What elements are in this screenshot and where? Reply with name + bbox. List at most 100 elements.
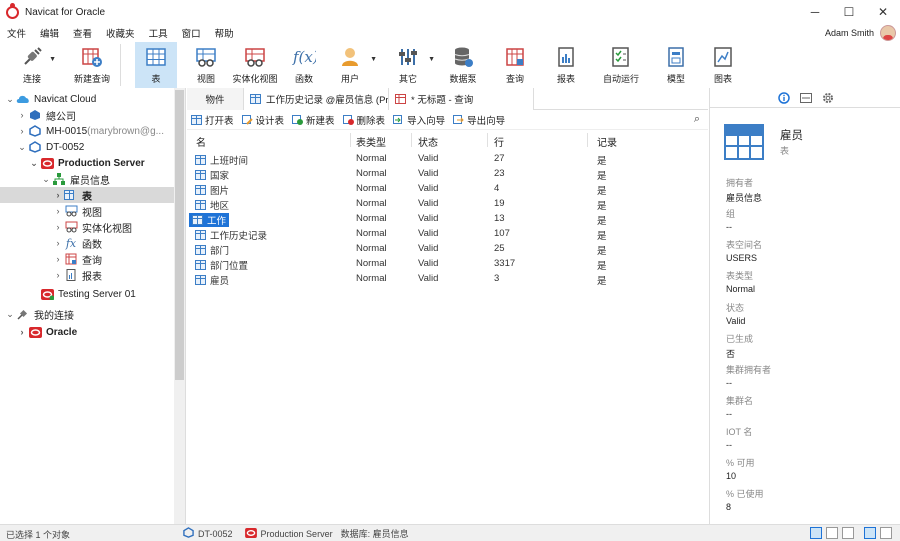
function-icon: fx: [65, 236, 77, 250]
list-view-button[interactable]: [810, 527, 822, 539]
info-icon[interactable]: [777, 91, 790, 104]
chevron-right-icon[interactable]: ›: [16, 110, 28, 120]
table-row[interactable]: 地区 Normal Valid 19 是: [187, 197, 708, 212]
tree-item-mh-0015[interactable]: › MH-0015 (marybrown@g...: [0, 123, 175, 139]
tab-objects[interactable]: 物件: [187, 88, 244, 110]
toolbar-data-pump-button[interactable]: 数据泵: [437, 42, 489, 88]
table-row[interactable]: 上班时间 Normal Valid 27 是: [187, 152, 708, 167]
column-divider[interactable]: [350, 133, 351, 147]
tree-item-materialized-views[interactable]: › 实体化视图: [0, 219, 175, 235]
chevron-right-icon[interactable]: ›: [16, 126, 28, 136]
menu-tools[interactable]: 工具: [142, 26, 175, 40]
maximize-button[interactable]: ☐: [832, 0, 866, 24]
toolbar-query-button[interactable]: 查询: [489, 42, 541, 88]
column-type-header[interactable]: 表类型: [356, 134, 386, 149]
property-cluster-owner: 集群拥有者 --: [726, 365, 772, 388]
table-row[interactable]: 工作历史记录 Normal Valid 107 是: [187, 227, 708, 242]
menu-favorites[interactable]: 收藏夹: [99, 26, 142, 40]
toggle-nav-pane-button[interactable]: [880, 527, 892, 539]
tab-untitled-query[interactable]: * 无标题 - 查询: [389, 88, 534, 110]
tree-item-views[interactable]: › 视图: [0, 203, 175, 219]
chevron-down-icon[interactable]: ⌄: [28, 158, 40, 169]
table-row-selected[interactable]: 工作 Normal Valid 13 是: [187, 212, 708, 227]
toolbar-connection-button[interactable]: 连接 ▼: [0, 42, 64, 88]
object-kind: 表: [780, 146, 790, 156]
tree-item-queries[interactable]: › 查询: [0, 251, 175, 267]
table-row[interactable]: 图片 Normal Valid 4 是: [187, 182, 708, 197]
toolbar-automation-button[interactable]: 自动运行: [591, 42, 651, 88]
tree-item-navicat-cloud[interactable]: ⌄ Navicat Cloud: [0, 91, 175, 107]
chevron-right-icon[interactable]: ›: [52, 254, 64, 264]
tree-item-my-connections[interactable]: ⌄ 我的连接: [0, 306, 175, 322]
chevron-down-icon[interactable]: ⌄: [4, 309, 16, 320]
export-wizard-button[interactable]: 导出向导: [453, 113, 505, 127]
tree-item-reports[interactable]: › 报表: [0, 267, 175, 283]
tree-item-dt-0052[interactable]: ⌄ DT-0052: [0, 139, 175, 155]
toolbar-table-button[interactable]: 表: [135, 42, 177, 88]
tree-item-head-office[interactable]: › 總公司: [0, 107, 175, 123]
tree-item-functions[interactable]: › fx 函数: [0, 235, 175, 251]
delete-table-button[interactable]: 删除表: [342, 113, 385, 127]
toggle-info-pane-button[interactable]: [864, 527, 876, 539]
er-view-button[interactable]: [842, 527, 854, 539]
table-row[interactable]: 部门位置 Normal Valid 3317 是: [187, 257, 708, 272]
design-table-button[interactable]: 设计表: [241, 113, 284, 127]
chevron-right-icon[interactable]: ›: [52, 222, 64, 232]
minimize-button[interactable]: ─: [798, 0, 832, 24]
column-divider[interactable]: [411, 133, 412, 147]
tree-item-testing-server[interactable]: Testing Server 01: [0, 286, 175, 302]
tree-item-tables[interactable]: › 表: [0, 187, 175, 203]
gear-icon[interactable]: [822, 92, 834, 104]
tree-item-oracle[interactable]: › Oracle: [0, 324, 175, 340]
column-name-header[interactable]: 名: [196, 134, 206, 149]
toolbar-view-button[interactable]: 视图: [185, 42, 227, 88]
detail-view-button[interactable]: [826, 527, 838, 539]
menu-file[interactable]: 文件: [0, 26, 33, 40]
chevron-down-icon[interactable]: ⌄: [4, 94, 16, 105]
chevron-right-icon[interactable]: ›: [52, 238, 64, 248]
toolbar-materialized-view-button[interactable]: 实体化视图: [227, 42, 283, 88]
toolbar-function-button[interactable]: f(x) 函数: [283, 42, 325, 88]
connection-icon: [19, 45, 45, 69]
toolbar-report-button[interactable]: 报表: [541, 42, 591, 88]
table-row[interactable]: 部门 Normal Valid 25 是: [187, 242, 708, 257]
import-wizard-button[interactable]: 导入向导: [393, 113, 445, 127]
materialized-view-icon: [64, 221, 78, 233]
menu-view[interactable]: 查看: [66, 26, 99, 40]
sidebar-scrollbar[interactable]: [174, 88, 185, 524]
tab-job-history[interactable]: 工作历史记录 @雇员信息 (Pr...: [244, 88, 389, 110]
scrollbar-thumb[interactable]: [175, 90, 184, 380]
column-logging-header[interactable]: 记录: [597, 134, 617, 149]
chevron-down-icon[interactable]: ⌄: [40, 174, 52, 185]
new-table-button[interactable]: 新建表: [292, 113, 335, 127]
user-account[interactable]: Adam Smith: [825, 24, 896, 42]
menu-window[interactable]: 窗口: [175, 26, 208, 40]
tree-item-production-server[interactable]: ⌄ Production Server: [0, 155, 175, 171]
column-rows-header[interactable]: 行: [494, 134, 504, 149]
column-status-header[interactable]: 状态: [418, 134, 438, 149]
chevron-down-icon: ▼: [49, 56, 56, 63]
toolbar-others-button[interactable]: 其它 ▼: [383, 42, 435, 88]
toolbar-new-query-button[interactable]: 新建查询: [64, 42, 120, 88]
chevron-down-icon[interactable]: ⌄: [16, 142, 28, 153]
chevron-right-icon[interactable]: ›: [52, 190, 64, 200]
tree-item-employee-schema[interactable]: ⌄ 雇员信息: [0, 171, 175, 187]
table-row[interactable]: 雇员 Normal Valid 3 是: [187, 272, 708, 287]
chevron-right-icon[interactable]: ›: [16, 327, 28, 337]
menu-help[interactable]: 帮助: [208, 26, 241, 40]
close-button[interactable]: ✕: [866, 0, 900, 24]
toolbar-user-button[interactable]: 用户 ▼: [325, 42, 377, 88]
search-icon[interactable]: ⌕: [694, 113, 700, 126]
open-table-button[interactable]: 打开表: [191, 113, 234, 127]
column-divider[interactable]: [587, 133, 588, 147]
column-divider[interactable]: [487, 133, 488, 147]
ddl-icon[interactable]: [799, 92, 812, 104]
toolbar-model-button[interactable]: 模型: [651, 42, 701, 88]
chevron-right-icon[interactable]: ›: [52, 206, 64, 216]
chevron-down-icon: ▼: [428, 56, 435, 63]
menu-edit[interactable]: 编辑: [33, 26, 66, 40]
toolbar-chart-button[interactable]: 图表: [701, 42, 745, 88]
delete-table-icon: [342, 114, 354, 125]
table-row[interactable]: 国家 Normal Valid 23 是: [187, 167, 708, 182]
chevron-right-icon[interactable]: ›: [52, 270, 64, 280]
